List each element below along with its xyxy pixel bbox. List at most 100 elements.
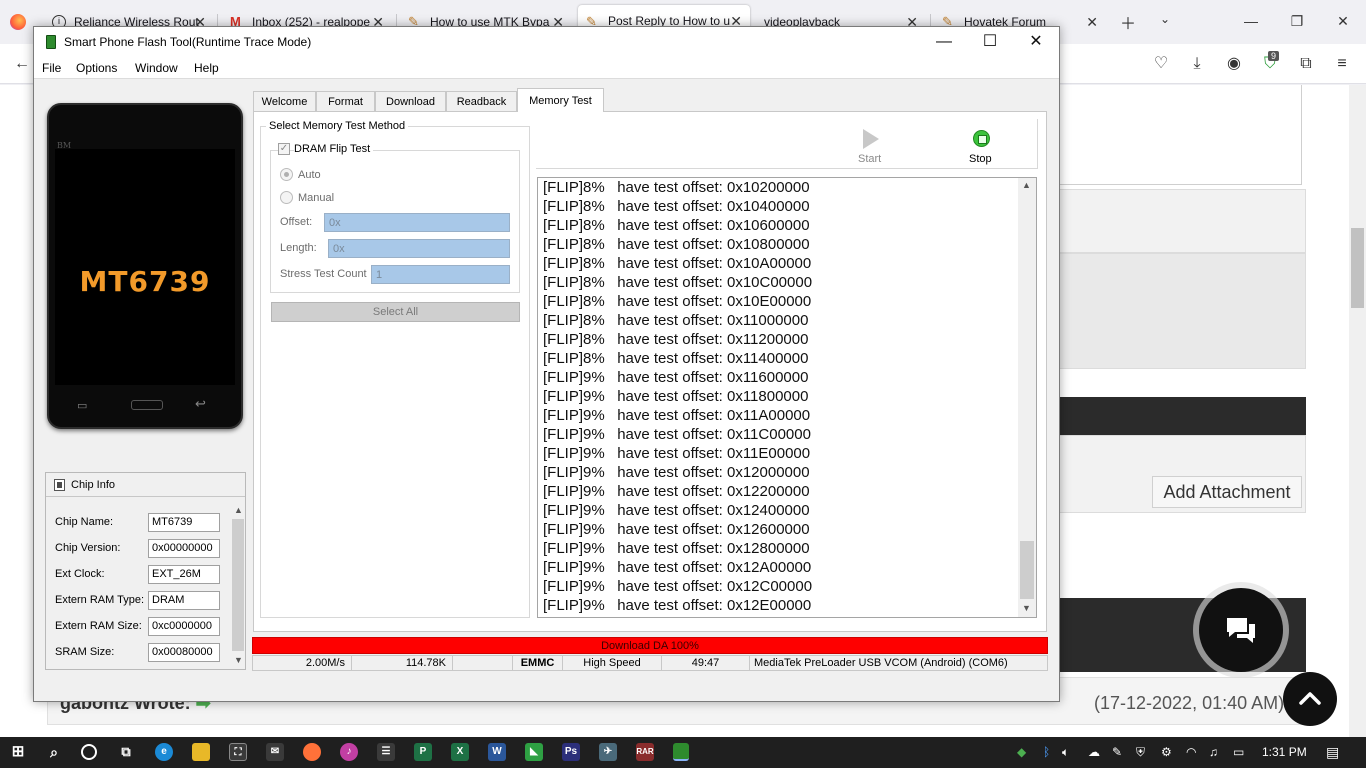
manual-radio[interactable] [280,191,293,204]
tray-app-icon[interactable]: ✎ [1112,745,1122,759]
menu-icon[interactable]: ≡ [1332,54,1352,74]
chip-info-scrollbar-thumb[interactable] [232,519,244,651]
windows-start-icon[interactable]: ⊞ [9,743,27,761]
store-icon[interactable]: ⛶ [229,743,247,761]
app-icon[interactable]: ☰ [377,743,395,761]
new-tab-icon[interactable]: ＋ [1120,10,1136,34]
status-time: 49:47 [662,656,750,670]
list-tabs-icon[interactable]: ⌄ [1160,12,1170,26]
flash-tool-taskbar-icon[interactable] [673,743,689,761]
close-tab-icon[interactable]: ✕ [1086,8,1098,36]
log-line: [FLIP]8% have test offset: 0x11000000 [543,312,809,329]
title-bar[interactable]: Smart Phone Flash Tool(Runtime Trace Mod… [34,27,1059,57]
tab-memory-test[interactable]: Memory Test [517,88,604,112]
menu-file[interactable]: File [42,61,61,75]
auto-radio[interactable] [280,168,293,181]
app-icon[interactable]: ◣ [525,743,543,761]
maximize-icon[interactable]: ☐ [967,27,1013,57]
publisher-icon[interactable]: P [414,743,432,761]
tray-app-icon[interactable]: ⚙ [1161,745,1172,759]
chevron-up-icon[interactable]: ▲ [1022,180,1031,190]
stop-icon[interactable] [973,130,990,147]
pocket-icon[interactable]: ♡ [1151,54,1171,74]
menu-window[interactable]: Window [135,61,178,75]
log-line: [FLIP]9% have test offset: 0x12000000 [543,464,810,481]
tab-welcome[interactable]: Welcome [253,91,316,112]
speaker-icon[interactable]: ♫ [1209,745,1218,759]
window-title: Smart Phone Flash Tool(Runtime Trace Mod… [64,35,312,49]
chat-button[interactable] [1199,588,1283,672]
itunes-icon[interactable]: ♪ [340,743,358,761]
tab-format[interactable]: Format [316,91,375,112]
cloud-icon[interactable]: ☁ [1088,745,1100,759]
cortana-icon[interactable] [81,744,97,760]
stress-count-input[interactable]: 1 [371,265,510,284]
wifi-icon[interactable]: ◠ [1186,745,1196,759]
start-button[interactable]: Start [858,153,881,165]
clock[interactable]: 1:31 PM [1262,745,1307,759]
chip-version-label: Chip Version: [55,542,121,554]
task-view-icon[interactable]: ⧉ [117,743,135,761]
chevron-down-icon[interactable]: ▼ [234,655,243,665]
flash-tool-window: Smart Phone Flash Tool(Runtime Trace Mod… [33,26,1060,702]
test-log[interactable]: [FLIP]8% have test offset: 0x10200000 [FL… [537,177,1037,618]
mail-icon[interactable]: ✉ [266,743,284,761]
reply-textarea[interactable] [1058,85,1302,185]
security-icon[interactable]: ⛨ [1136,745,1145,760]
app-icon[interactable]: ✈ [599,743,617,761]
tray-app-icon[interactable]: ◆ [1017,745,1026,759]
tab-readback[interactable]: Readback [446,91,517,112]
chevron-down-icon[interactable]: ▼ [1022,603,1031,613]
status-port: MediaTek PreLoader USB VCOM (Android) (C… [754,657,1008,669]
log-line: [FLIP]9% have test offset: 0x11A00000 [543,407,811,424]
log-scrollbar-thumb[interactable] [1020,541,1034,599]
menu-bar: File Options Window Help [34,57,1059,79]
log-line: [FLIP]9% have test offset: 0x11E00000 [543,445,811,462]
close-icon[interactable]: ✕ [1013,27,1059,57]
log-line: [FLIP]8% have test offset: 0x10400000 [543,198,810,215]
photoshop-icon[interactable]: Ps [562,743,580,761]
volume-icon[interactable]: 🔈︎ [1062,745,1069,760]
group-title: Select Memory Test Method [266,120,409,132]
file-explorer-icon[interactable] [192,743,210,761]
status-size: 114.78K [352,656,453,670]
word-icon[interactable]: W [488,743,506,761]
winrar-icon[interactable]: RAR [636,743,654,761]
log-line: [FLIP]8% have test offset: 0x10A00000 [543,255,812,272]
log-line: [FLIP]8% have test offset: 0x10E00000 [543,293,812,310]
ram-size-value: 0xc0000000 [148,617,220,636]
extension-badge: 9 [1268,51,1280,61]
length-input[interactable]: 0x [328,239,510,258]
firefox-icon[interactable] [10,14,26,30]
page-scrollbar[interactable] [1349,85,1366,737]
stop-button[interactable]: Stop [969,153,992,165]
bluetooth-icon[interactable]: ᛒ [1043,745,1050,759]
search-icon[interactable]: ⌕ [45,743,63,761]
chevron-up-icon[interactable]: ▲ [234,505,243,515]
menu-options[interactable]: Options [76,61,117,75]
notification-icon[interactable]: ▤ [1326,744,1339,761]
dram-flip-label: DRAM Flip Test [294,143,374,155]
dram-flip-checkbox[interactable]: ✓ [278,143,290,155]
minimize-icon[interactable]: — [921,27,967,57]
back-icon[interactable]: ← [12,54,32,74]
minimize-icon[interactable]: — [1228,6,1274,36]
offset-input[interactable]: 0x [324,213,510,232]
select-all-button[interactable]: Select All [271,302,520,322]
auto-label: Auto [298,169,321,181]
restore-icon[interactable]: ❐ [1274,6,1320,36]
page-scrollbar-thumb[interactable] [1351,228,1364,308]
firefox-icon[interactable] [303,743,321,761]
battery-icon[interactable]: ▭ [1233,745,1244,759]
edge-icon[interactable]: e [155,743,173,761]
scroll-top-button[interactable] [1283,672,1337,726]
menu-help[interactable]: Help [194,61,219,75]
excel-icon[interactable]: X [451,743,469,761]
add-attachment-button[interactable]: Add Attachment [1152,476,1302,508]
tab-download[interactable]: Download [375,91,446,112]
close-window-icon[interactable]: ✕ [1320,6,1366,36]
play-icon[interactable] [863,129,879,149]
account-icon[interactable]: ◉ [1224,54,1244,74]
download-icon[interactable]: ⤓ [1187,54,1207,74]
extensions-icon[interactable]: ⧉ [1296,54,1316,74]
